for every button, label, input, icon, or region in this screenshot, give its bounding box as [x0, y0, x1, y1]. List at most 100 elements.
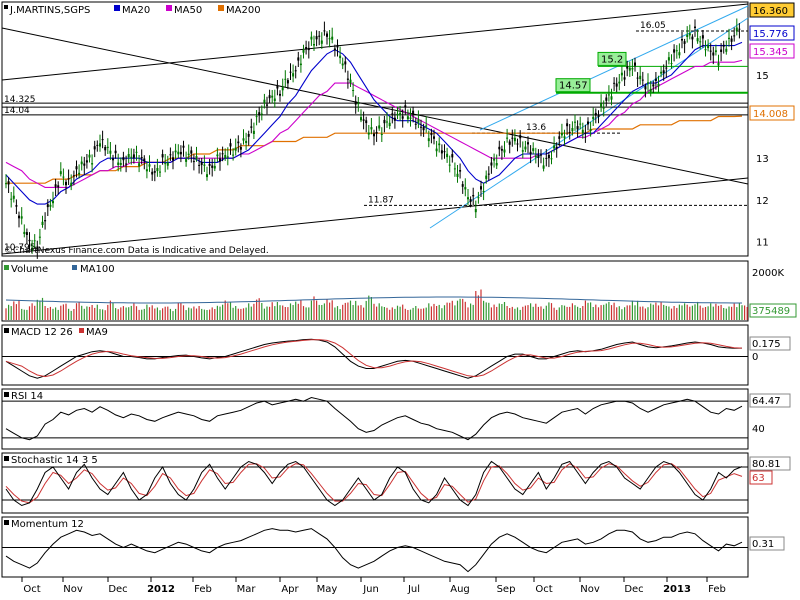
price-candle-body	[10, 198, 13, 200]
price-candle-body	[263, 99, 266, 103]
price-candle-body	[620, 72, 623, 76]
volume-bar	[15, 304, 17, 320]
price-candle-body	[555, 146, 558, 149]
price-candle-body	[302, 49, 305, 53]
price-candle-body	[490, 162, 493, 166]
price-candle-body	[85, 160, 88, 163]
price-candle-body	[673, 49, 676, 53]
volume-bar	[292, 305, 294, 320]
volume-bar	[694, 304, 696, 320]
price-candle-body	[273, 98, 276, 101]
price-candle-body	[49, 204, 52, 207]
volume-bar	[655, 302, 657, 320]
price-candle-body	[153, 171, 156, 173]
price-candle-body	[508, 141, 511, 145]
price-candle-body	[72, 175, 75, 177]
volume-bar	[710, 303, 712, 320]
price-candle-body	[323, 30, 326, 32]
volume-bar	[566, 306, 568, 320]
level-label-16-05: 16.05	[640, 21, 666, 31]
volume-bar	[242, 308, 245, 320]
price-candle-body	[96, 144, 99, 146]
price-candle-body	[101, 139, 104, 141]
price-candle-body	[560, 132, 563, 136]
price-candle-body	[641, 79, 644, 81]
price-candle-body	[722, 44, 725, 47]
volume-bar	[610, 305, 613, 320]
price-candle-body	[109, 150, 112, 154]
price-candle-body	[670, 63, 673, 65]
price-candle-body	[190, 150, 193, 154]
stochastic-legend-label: Stochastic 14 3 5	[11, 455, 98, 466]
volume-bar	[219, 306, 221, 320]
volume-bar	[138, 309, 140, 320]
volume-bar	[295, 301, 297, 320]
volume-bar	[370, 297, 372, 320]
volume-bar	[603, 304, 605, 320]
volume-bar	[201, 308, 203, 320]
price-candle-body	[464, 187, 467, 190]
price-candle-body	[626, 66, 629, 69]
volume-bar	[618, 306, 620, 320]
price-candle-body	[130, 156, 133, 158]
price-candle-body	[276, 85, 279, 89]
volume-bar	[175, 308, 177, 320]
price-candle-body	[216, 154, 219, 157]
price-candle-body	[380, 134, 383, 135]
volume-bar	[125, 307, 127, 320]
price-candle-body	[467, 197, 469, 200]
level-label-14-325: 14.325	[4, 95, 36, 105]
volume-bar	[206, 310, 208, 320]
price-candle-body	[422, 127, 425, 131]
price-candle-body	[106, 146, 109, 148]
price-candle-body	[574, 121, 576, 123]
price-candle-body	[12, 195, 15, 199]
price-candle-body	[469, 199, 472, 202]
volume-bar	[365, 300, 367, 320]
price-y-tick-12: 12	[756, 196, 769, 207]
volume-bar	[613, 302, 615, 320]
volume-bar	[240, 308, 242, 320]
rsi-legend-swatch	[4, 392, 9, 397]
x-tick-label: Nov	[580, 584, 600, 595]
price-candle-body	[500, 148, 503, 151]
price-candle-body	[738, 28, 741, 30]
price-candle-body	[360, 117, 362, 121]
price-candle-body	[349, 79, 352, 83]
volume-bar	[336, 306, 339, 320]
volume-bar	[637, 300, 639, 320]
volume-bar	[490, 307, 492, 320]
price-candle-body	[119, 163, 122, 165]
volume-bar	[428, 303, 430, 320]
volume-bar	[237, 308, 239, 320]
volume-bar	[723, 308, 725, 320]
volume-bar	[185, 310, 187, 320]
volume-bar	[216, 305, 218, 320]
x-tick-label: 2013	[663, 584, 691, 595]
price-candle-body	[631, 68, 634, 70]
price-candle-body	[529, 151, 532, 154]
volume-bar	[227, 303, 229, 320]
price-candle-body	[440, 150, 443, 154]
volume-bar	[135, 306, 138, 320]
volume-bar	[389, 309, 391, 320]
ma50-legend-label: MA50	[174, 5, 202, 16]
volume-bar	[647, 307, 649, 320]
price-candle-body	[234, 147, 237, 151]
price-candle-body	[453, 168, 456, 170]
price-candle-body	[365, 120, 368, 124]
x-axis: Oct Nov Dec 2012 Feb Mar Apr May Jun Jul Aug Sep Oct…	[21, 577, 726, 595]
ma20-legend-label: MA20	[122, 5, 150, 16]
volume-bar	[143, 308, 145, 320]
price-candle-body	[221, 153, 224, 155]
price-candle-body	[354, 101, 357, 105]
price-candle-body	[78, 172, 81, 175]
volume-bar	[266, 306, 268, 320]
price-candle-body	[192, 161, 195, 163]
price-candle-body	[177, 151, 180, 155]
price-candle-body	[260, 113, 263, 115]
volume-bar	[386, 307, 388, 320]
price-y-tick-15: 15	[756, 71, 769, 82]
volume-bar	[543, 308, 545, 320]
volume-bar	[232, 307, 234, 320]
